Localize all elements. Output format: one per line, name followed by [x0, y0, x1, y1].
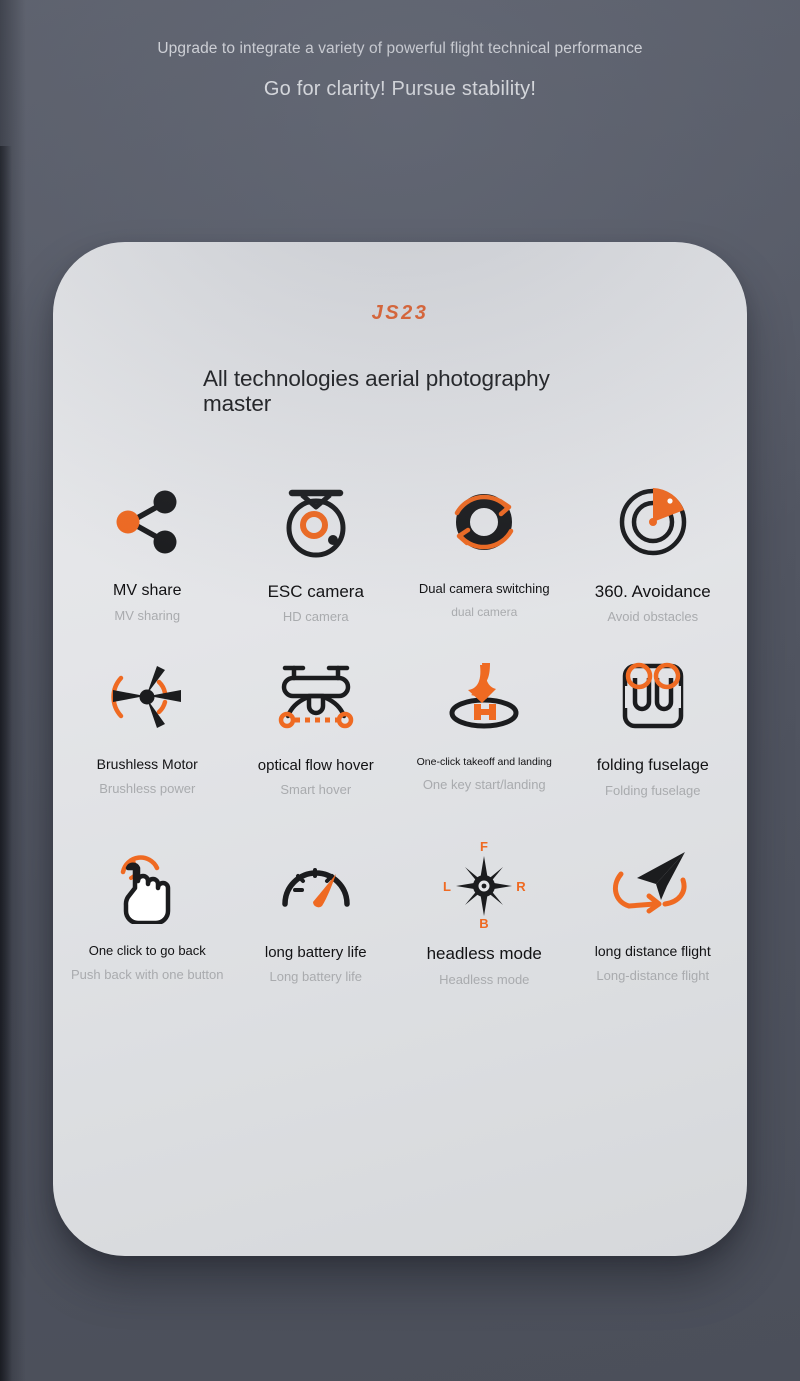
feature-title: Brushless Motor [96, 755, 198, 772]
feature-cell-battery-life[interactable]: long battery life Long battery life [232, 836, 401, 987]
feature-title: headless mode [426, 944, 542, 964]
feature-cell-esc-camera[interactable]: ESC camera HD camera [232, 474, 401, 625]
feature-cell-mv-share[interactable]: MV share MV sharing [63, 474, 232, 625]
headline-primary: Upgrade to integrate a variety of powerf… [157, 40, 643, 57]
feature-cell-dual-camera[interactable]: Dual camera switching dual camera [400, 474, 569, 625]
compass-label-right: R [517, 879, 527, 894]
feature-title: MV share [113, 582, 182, 599]
left-edge-shadow [0, 146, 12, 1381]
feature-row-3: One click to go back Push back with one … [63, 836, 737, 987]
feature-subtitle: HD camera [282, 609, 349, 625]
feature-subtitle: Push back with one button [71, 967, 224, 983]
feature-cell-one-click-return[interactable]: One click to go back Push back with one … [63, 836, 232, 987]
feature-cell-long-distance-flight[interactable]: long distance flight Long-distance fligh… [569, 836, 738, 987]
feature-cell-headless-mode[interactable]: F B L R headless mode Headless mode [400, 836, 569, 987]
feature-title: Dual camera switching [418, 581, 550, 596]
feature-subtitle: Folding fuselage [605, 782, 701, 798]
optical-flow-hover-icon [273, 649, 359, 745]
headless-mode-compass-icon: F B L R [442, 836, 526, 932]
long-distance-flight-icon [607, 836, 699, 932]
feature-title: One click to go back [88, 943, 206, 959]
feature-subtitle: Long battery life [269, 969, 362, 985]
feature-row-2: Brushless Motor Brushless power optical … [63, 649, 737, 799]
share-nodes-icon [108, 474, 186, 570]
one-click-return-icon [109, 836, 185, 932]
card-title: All technologies aerial photography mast… [203, 366, 550, 417]
feature-cell-folding-fuselage[interactable]: folding fuselage Folding fuselage [569, 649, 738, 799]
esc-camera-icon [278, 474, 354, 570]
dual-camera-switching-icon [443, 474, 525, 570]
promo-page: Upgrade to integrate a variety of powerf… [0, 0, 800, 1381]
feature-subtitle: Avoid obstacles [607, 609, 699, 625]
feature-subtitle: Brushless power [99, 780, 196, 796]
feature-cell-brushless-motor[interactable]: Brushless Motor Brushless power [63, 649, 232, 799]
feature-title: folding fuselage [596, 756, 709, 774]
headline-secondary: Go for clarity! Pursue stability! [263, 78, 537, 100]
feature-title: ESC camera [267, 582, 364, 601]
feature-subtitle: dual camera [451, 604, 518, 619]
feature-row-1: MV share MV sharing ESC camera HD camera… [63, 474, 737, 625]
feature-subtitle: Headless mode [439, 971, 530, 987]
feature-title: long battery life [264, 944, 367, 962]
feature-subtitle: One key start/landing [422, 776, 546, 792]
brand-logo-js23: JS23 [371, 302, 429, 324]
folding-fuselage-icon [617, 649, 689, 745]
feature-card: JS23 All technologies aerial photography… [53, 242, 747, 1256]
feature-cell-one-click-takeoff[interactable]: One-click takeoff and landing One key st… [400, 649, 569, 799]
feature-cell-optical-flow-hover[interactable]: optical flow hover Smart hover [232, 649, 401, 799]
feature-title: One-click takeoff and landing [416, 755, 552, 768]
one-click-takeoff-icon [438, 649, 530, 745]
feature-title: 360. Avoidance [594, 582, 711, 601]
brushless-motor-icon [103, 649, 191, 745]
compass-label-left: L [443, 879, 451, 894]
feature-title: long distance flight [594, 943, 711, 960]
feature-subtitle: MV sharing [114, 608, 181, 624]
compass-label-back: B [480, 916, 489, 928]
radar-avoidance-icon [614, 474, 692, 570]
compass-label-front: F [480, 840, 488, 854]
battery-gauge-icon [276, 836, 356, 932]
feature-subtitle: Smart hover [280, 781, 352, 797]
feature-grid: MV share MV sharing ESC camera HD camera… [63, 474, 737, 987]
feature-cell-360-avoidance[interactable]: 360. Avoidance Avoid obstacles [569, 474, 738, 625]
feature-title: optical flow hover [257, 756, 374, 774]
feature-subtitle: Long-distance flight [596, 968, 710, 984]
